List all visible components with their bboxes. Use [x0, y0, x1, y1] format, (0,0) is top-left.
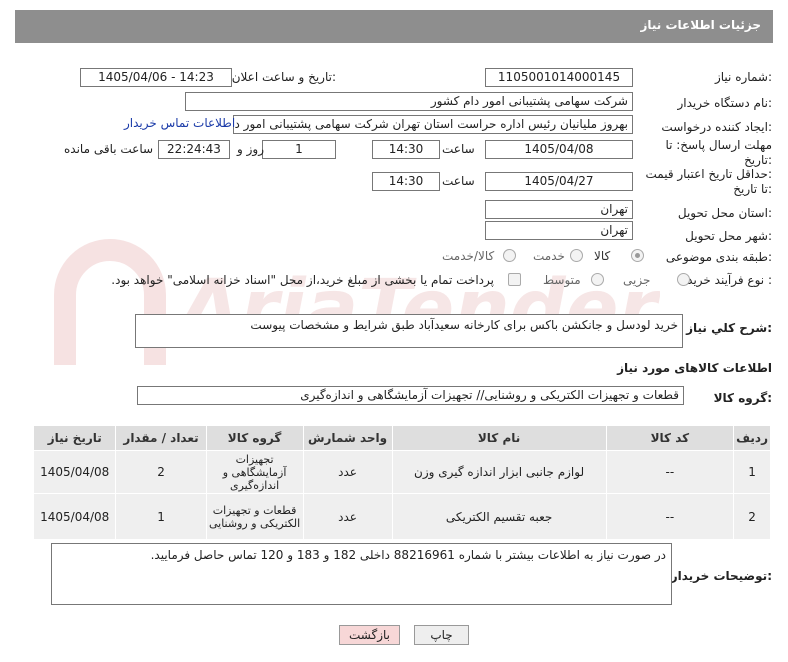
- description-label: شرح کلي نياز:: [686, 321, 772, 335]
- category-radio-goods-service[interactable]: [503, 249, 516, 262]
- table-row: 1405/04/08 2 تجهیزات آزمایشگاهی و اندازه…: [32, 450, 771, 494]
- send-deadline-label-2: تاریخ:: [744, 153, 772, 167]
- process-label: نوع فرآیند خرید :: [687, 273, 772, 287]
- col-goods-code: کد کالا: [605, 425, 735, 451]
- watermark: AriaTender.neT: [20, 215, 788, 385]
- process-radio-medium[interactable]: [591, 273, 604, 286]
- validity-time-label: ساعت: [442, 174, 475, 188]
- page-title: جزئیات اطلاعات نیاز: [640, 18, 761, 32]
- buyer-notes-textarea[interactable]: در صورت نیاز به اطلاعات بیشتر با شماره 8…: [51, 543, 672, 605]
- days-label: روز و: [237, 142, 264, 156]
- province-label: استان محل تحویل:: [677, 206, 772, 220]
- page-header: جزئیات اطلاعات نیاز: [15, 10, 773, 43]
- validity-label: حداقل تاریخ اعتبار قیمت:: [645, 167, 772, 181]
- cell-row: 2: [733, 493, 771, 540]
- watermark-logo-icon: AriaTender.neT: [54, 239, 788, 365]
- treasury-payment-note: پرداخت تمام یا بخشی از مبلغ خرید،از محل …: [111, 273, 494, 287]
- cell-code: --: [605, 450, 735, 494]
- col-unit: واحد شمارش: [302, 425, 393, 451]
- buyer-org-label: نام دستگاه خریدار:: [677, 96, 773, 110]
- need-number-field: 1105001014000145: [485, 68, 633, 87]
- description-textarea[interactable]: خرید لودسل و جانکشن باکس برای کارخانه سع…: [135, 314, 683, 348]
- cell-group: تجهیزات آزمایشگاهی و اندازه‌گیری: [205, 450, 304, 494]
- process-option-medium: متوسط: [543, 273, 581, 287]
- city-field: تهران: [485, 221, 633, 240]
- need-number-label: شماره نیاز:: [714, 70, 772, 84]
- goods-group-field: قطعات و تجهیزات الکتریکی و روشنایی// تجه…: [137, 386, 684, 405]
- category-radio-goods[interactable]: [631, 249, 644, 262]
- validity-label-2: تا تاریخ:: [733, 182, 772, 196]
- col-quantity: تعداد / مقدار: [115, 425, 207, 451]
- send-time-label: ساعت: [442, 142, 475, 156]
- treasury-payment-checkbox[interactable]: [508, 273, 521, 286]
- cell-date: 1405/04/08: [32, 450, 117, 494]
- category-label: طبقه بندی موضوعی:: [665, 250, 772, 264]
- cell-group: قطعات و تجهیزات الکتریکی و روشنایی: [205, 493, 304, 540]
- cell-date: 1405/04/08: [32, 493, 117, 540]
- cell-unit: عدد: [302, 493, 393, 540]
- requester-field: بهروز ملیانیان رئیس اداره حراست استان ته…: [233, 115, 633, 134]
- col-goods-group: گروه کالا: [205, 425, 304, 451]
- goods-table-header: تاریخ نیاز تعداد / مقدار گروه کالا واحد …: [32, 425, 771, 451]
- process-option-minor: جزیی: [623, 273, 651, 287]
- send-date-field: 1405/04/08: [485, 140, 633, 159]
- buyer-notes-label: توضیحات خریدار:: [670, 569, 772, 583]
- col-goods-name: نام کالا: [391, 425, 607, 451]
- category-option-goods-service: کالا/خدمت: [442, 249, 495, 263]
- category-option-goods: کالا: [594, 249, 611, 263]
- send-deadline-label: مهلت ارسال پاسخ: تا: [665, 138, 772, 152]
- goods-table: تاریخ نیاز تعداد / مقدار گروه کالا واحد …: [32, 425, 771, 540]
- print-button[interactable]: چاپ: [414, 625, 469, 645]
- cell-name: جعبه تقسیم الکتریکی: [391, 493, 607, 540]
- cell-unit: عدد: [302, 450, 393, 494]
- goods-section-title: اطلاعات کالاهای مورد نیاز: [617, 361, 772, 375]
- province-field: تهران: [485, 200, 633, 219]
- validity-date-field: 1405/04/27: [485, 172, 633, 191]
- col-row: ردیف: [733, 425, 771, 451]
- category-radio-service[interactable]: [570, 249, 583, 262]
- back-button[interactable]: بازگشت: [339, 625, 400, 645]
- remaining-time-field: 22:24:43: [158, 140, 230, 159]
- table-row: 1405/04/08 1 قطعات و تجهیزات الکتریکی و …: [32, 493, 771, 540]
- city-label: شهر محل تحویل:: [685, 229, 772, 243]
- days-field: 1: [262, 140, 336, 159]
- col-need-date: تاریخ نیاز: [32, 425, 117, 451]
- cell-code: --: [605, 493, 735, 540]
- announce-field: 1405/04/06 - 14:23: [80, 68, 232, 87]
- validity-time-field: 14:30: [372, 172, 440, 191]
- buyer-org-field: شرکت سهامی پشتیبانی امور دام کشور: [185, 92, 633, 111]
- goods-group-label: گروه کالا:: [713, 391, 772, 405]
- contact-buyer-link[interactable]: اطلاعات تماس خریدار: [124, 116, 235, 130]
- requester-label: ایجاد کننده درخواست:: [661, 120, 772, 134]
- cell-row: 1: [733, 450, 771, 494]
- process-radio-minor[interactable]: [677, 273, 690, 286]
- remaining-label: ساعت باقی مانده: [64, 142, 154, 156]
- cell-qty: 2: [115, 450, 207, 494]
- cell-qty: 1: [115, 493, 207, 540]
- send-time-field: 14:30: [372, 140, 440, 159]
- cell-name: لوازم جانبی ابزار اندازه گیری وزن: [391, 450, 607, 494]
- category-option-service: خدمت: [533, 249, 565, 263]
